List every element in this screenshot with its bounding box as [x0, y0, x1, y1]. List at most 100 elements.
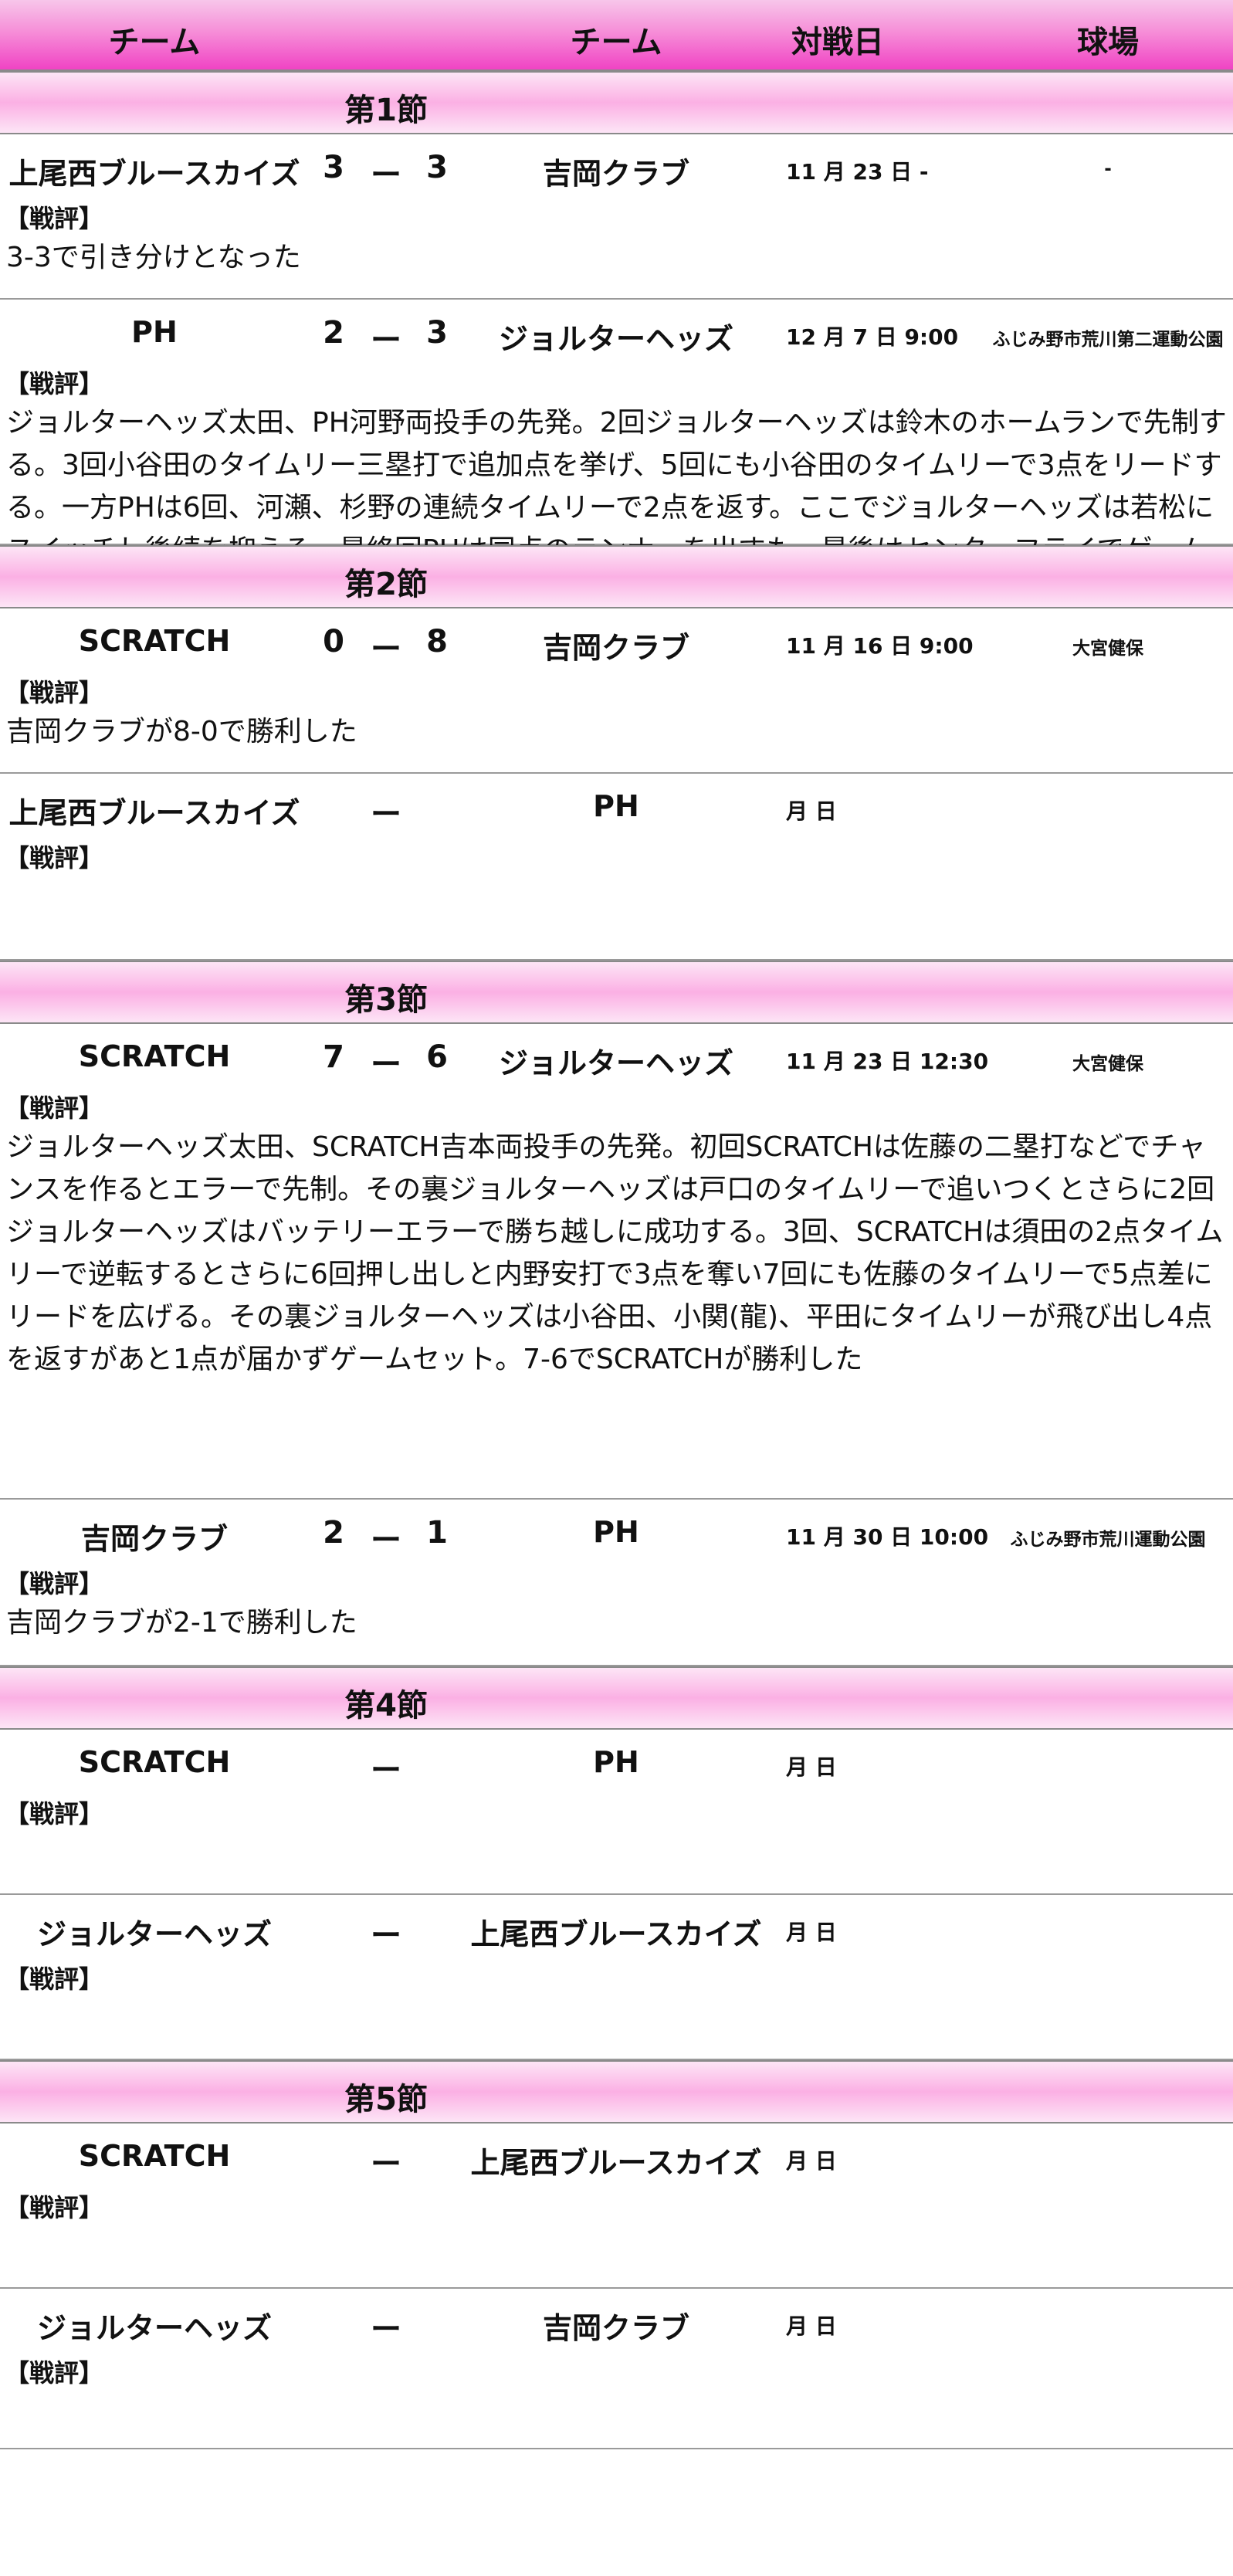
schedule-page: チーム チーム 対戦日 球場 第1節 上尾西ブルースカイズ 3 ー 3 吉岡クラブ 11 月… — [0, 0, 1233, 2449]
header-date: 対戦日 — [791, 25, 884, 60]
match-date: 月 日 — [786, 1754, 837, 1780]
venue: 大宮健保 — [1072, 1054, 1143, 1074]
match-block: PH 2 ー 3 ジョルターヘッズ 12 月 7 日 9:00 ふじみ野市荒川第二運動公園【… — [0, 300, 1233, 608]
match-block: ジョルターヘッズ ー 吉岡クラブ 月 日【戦評】 — [0, 2289, 1233, 2449]
score-separator: ー — [371, 1047, 401, 1083]
away-score: 1 — [426, 1515, 448, 1551]
home-team: ジョルターヘッズ — [36, 1917, 273, 1951]
match-block: SCRATCH 7 ー 6 ジョルターヘッズ 11 月 23 日 12:30 大宮健保【戦評… — [0, 1024, 1233, 1500]
header-venue: 球場 — [1077, 25, 1139, 60]
match-row: 吉岡クラブ 2 ー 1 PH 11 月 30 日 10:00 ふじみ野市荒川運動公園 — [0, 1500, 1233, 1564]
match-date: 月 日 — [786, 1920, 837, 1945]
section-header: 第2節 — [0, 545, 1233, 608]
match-row: PH 2 ー 3 ジョルターヘッズ 12 月 7 日 9:00 ふじみ野市荒川第二運動公園 — [0, 300, 1233, 364]
match-block: SCRATCH ー 上尾西ブルースカイズ月 日【戦評】 — [0, 2124, 1233, 2289]
section-header: 第1節 — [0, 71, 1233, 134]
score-separator: ー — [371, 1918, 401, 1954]
score-separator: ー — [371, 2312, 401, 2347]
home-team: SCRATCH — [78, 1745, 231, 1779]
match-row: ジョルターヘッズ ー 吉岡クラブ 月 日 — [0, 2289, 1233, 2354]
home-team: 吉岡クラブ — [80, 1522, 229, 1556]
match-date: 月 日 — [786, 798, 837, 824]
match-row: SCRATCH 7 ー 6 ジョルターヘッズ 11 月 23 日 12:30 大宮健保 — [0, 1024, 1233, 1089]
home-score: 0 — [323, 624, 344, 659]
review-label: 【戦評】 — [5, 843, 104, 873]
score-separator: ー — [371, 2147, 401, 2182]
section-title: 第4節 — [344, 1688, 428, 1724]
away-score: 8 — [426, 624, 448, 659]
score-separator: ー — [371, 1753, 401, 1788]
away-team: ジョルターヘッズ — [498, 1046, 734, 1080]
home-team: ジョルターヘッズ — [36, 2311, 273, 2345]
home-team: SCRATCH — [78, 1039, 231, 1073]
venue: 大宮健保 — [1072, 639, 1143, 659]
sections-container: 第1節 上尾西ブルースカイズ 3 ー 3 吉岡クラブ 11 月 23 日 - - 【戦評】 3-3… — [0, 71, 1233, 2449]
match-row: SCRATCH ー PH 月 日 — [0, 1730, 1233, 1795]
venue: - — [1104, 159, 1112, 179]
section-header: 第3節 — [0, 961, 1233, 1024]
table-header: チーム チーム 対戦日 球場 — [0, 0, 1233, 71]
review-label: 【戦評】 — [5, 369, 104, 398]
review-label: 【戦評】 — [5, 1093, 104, 1123]
score-separator: ー — [371, 323, 401, 358]
match-date: 11 月 23 日 - — [786, 159, 929, 185]
section-header: 第4節 — [0, 1666, 1233, 1730]
review-label: 【戦評】 — [5, 1569, 104, 1598]
home-score: 2 — [323, 1515, 344, 1551]
section-title: 第2節 — [344, 567, 428, 602]
match-block: 上尾西ブルースカイズ ー PH 月 日【戦評】 — [0, 774, 1233, 961]
home-team: 上尾西ブルースカイズ — [8, 157, 300, 191]
home-team: 上尾西ブルースカイズ — [8, 796, 300, 830]
review-label: 【戦評】 — [5, 1964, 104, 1994]
review-text: ジョルターヘッズ太田、SCRATCH吉本両投手の先発。初回SCRATCHは佐藤の… — [6, 1131, 1224, 1375]
match-row: 上尾西ブルースカイズ 3 ー 3 吉岡クラブ 11 月 23 日 - - — [0, 134, 1233, 199]
review-text: 3-3で引き分けとなった — [6, 242, 301, 273]
section-title: 第1節 — [344, 93, 428, 128]
away-team: 上尾西ブルースカイズ — [470, 1917, 762, 1951]
score-separator: ー — [371, 797, 401, 832]
away-team: 上尾西ブルースカイズ — [470, 2146, 762, 2180]
away-team: 吉岡クラブ — [542, 2311, 690, 2345]
section-title: 第3節 — [344, 982, 428, 1018]
header-team-away: チーム — [570, 25, 662, 60]
away-score: 3 — [426, 150, 448, 185]
review-label: 【戦評】 — [5, 204, 104, 233]
match-date: 月 日 — [786, 2148, 837, 2174]
away-team: PH — [593, 1515, 639, 1549]
match-date: 11 月 16 日 9:00 — [786, 633, 974, 659]
match-block: SCRATCH ー PH 月 日【戦評】 — [0, 1730, 1233, 1895]
home-team: SCRATCH — [78, 2139, 231, 2173]
section-title: 第5節 — [344, 2082, 428, 2117]
match-date: 11 月 23 日 12:30 — [786, 1049, 989, 1074]
away-team: 吉岡クラブ — [542, 157, 690, 191]
match-block: 上尾西ブルースカイズ 3 ー 3 吉岡クラブ 11 月 23 日 - - 【戦評】 3-3で引き… — [0, 134, 1233, 300]
venue: ふじみ野市荒川運動公園 — [1010, 1530, 1206, 1550]
home-score: 2 — [323, 315, 344, 351]
score-separator: ー — [371, 158, 401, 193]
home-team: SCRATCH — [78, 624, 231, 658]
home-score: 7 — [323, 1039, 344, 1075]
score-separator: ー — [371, 1523, 401, 1558]
home-team: PH — [131, 315, 178, 349]
away-score: 6 — [426, 1039, 448, 1075]
away-score: 3 — [426, 315, 448, 351]
match-block: SCRATCH 0 ー 8 吉岡クラブ 11 月 16 日 9:00 大宮健保 【戦評】 吉岡ク… — [0, 608, 1233, 774]
review-text: 吉岡クラブが8-0で勝利した — [6, 716, 357, 747]
review-label: 【戦評】 — [5, 1799, 104, 1829]
away-team: ジョルターヘッズ — [498, 322, 734, 356]
match-date: 12 月 7 日 9:00 — [786, 324, 959, 350]
venue: ふじみ野市荒川第二運動公園 — [992, 330, 1224, 350]
match-date: 11 月 30 日 10:00 — [786, 1524, 989, 1550]
match-row: ジョルターヘッズ ー 上尾西ブルースカイズ月 日 — [0, 1895, 1233, 1960]
section-header: 第5節 — [0, 2060, 1233, 2124]
review-label: 【戦評】 — [5, 678, 104, 707]
away-team: 吉岡クラブ — [542, 631, 690, 665]
match-row: SCRATCH 0 ー 8 吉岡クラブ 11 月 16 日 9:00 大宮健保 — [0, 608, 1233, 673]
match-date: 月 日 — [786, 2313, 837, 2339]
match-row: 上尾西ブルースカイズ ー PH 月 日 — [0, 774, 1233, 839]
away-team: PH — [593, 1745, 639, 1779]
match-row: SCRATCH ー 上尾西ブルースカイズ月 日 — [0, 2124, 1233, 2188]
home-score: 3 — [323, 150, 344, 185]
score-separator: ー — [371, 632, 401, 667]
review-label: 【戦評】 — [5, 2193, 104, 2222]
